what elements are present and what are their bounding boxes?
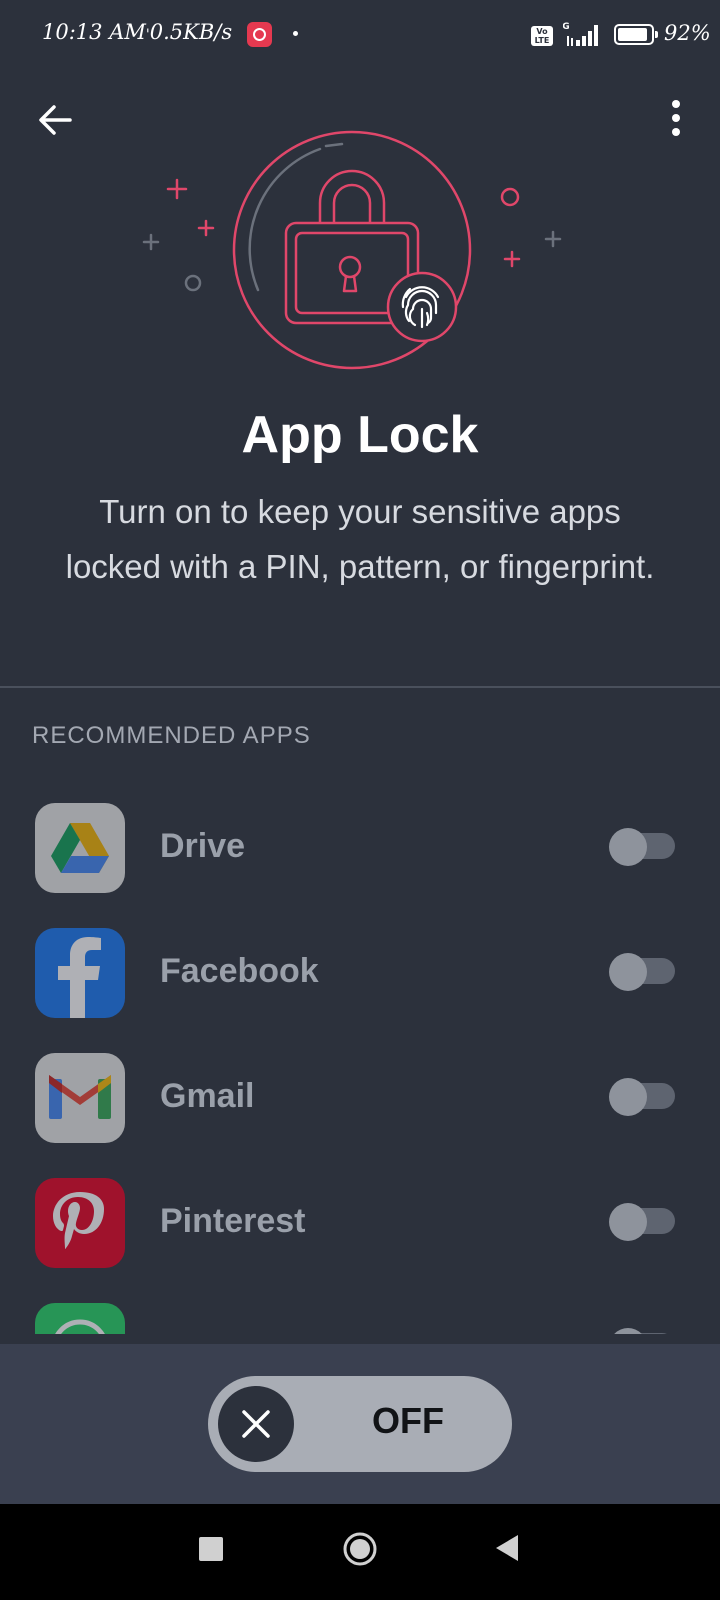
app-name: Drive xyxy=(160,827,246,865)
app-name: Facebook xyxy=(160,952,319,990)
section-divider xyxy=(0,686,720,688)
signal-icon: 4G xyxy=(563,22,598,46)
google-drive-icon xyxy=(35,803,125,893)
status-network-speed: 0.5KB/s xyxy=(149,20,233,44)
page-title: App Lock xyxy=(241,406,479,464)
screen-recorder-icon xyxy=(247,22,272,47)
notification-dot-icon xyxy=(293,31,298,36)
app-toggle-drive[interactable] xyxy=(609,828,675,866)
status-clock: 10:13 AM xyxy=(42,20,146,44)
status-time: 10:13 AM'0.5KB/s xyxy=(42,20,232,44)
back-triangle-icon[interactable] xyxy=(494,1533,520,1563)
switch-state-label: OFF xyxy=(372,1400,444,1441)
battery-percent: 92% xyxy=(664,21,711,45)
app-toggle-pinterest[interactable] xyxy=(609,1203,675,1241)
battery-fill xyxy=(618,28,647,41)
volte-label: Vo LTE xyxy=(534,27,550,45)
app-name: Pinterest xyxy=(160,1202,306,1240)
close-icon xyxy=(242,1410,270,1438)
volte-icon: Vo LTE xyxy=(531,26,553,46)
lock-fingerprint-illustration xyxy=(142,130,562,370)
app-row-partial[interactable] xyxy=(0,1290,720,1334)
app-row-gmail[interactable]: Gmail xyxy=(0,1040,720,1143)
app-toggle-facebook[interactable] xyxy=(609,953,675,991)
status-bar: 10:13 AM'0.5KB/s Vo LTE 4G 92% xyxy=(0,0,720,72)
gmail-icon xyxy=(35,1053,125,1143)
app-toggle-partial[interactable] xyxy=(609,1328,675,1334)
toggle-thumb xyxy=(609,953,647,991)
home-button[interactable] xyxy=(342,1531,378,1567)
toggle-thumb xyxy=(609,828,647,866)
app-row-pinterest[interactable]: Pinterest xyxy=(0,1165,720,1268)
network-type-label: 4G xyxy=(563,22,570,32)
page-description: Turn on to keep your sensitive apps lock… xyxy=(65,493,655,585)
toggle-thumb xyxy=(609,1078,647,1116)
app-toggle-gmail[interactable] xyxy=(609,1078,675,1116)
recents-button[interactable] xyxy=(199,1537,223,1561)
app-lock-master-switch[interactable]: OFF xyxy=(208,1376,512,1472)
toggle-thumb xyxy=(609,1328,647,1334)
facebook-icon xyxy=(35,928,125,1018)
section-label-recommended: RECOMMENDED APPS xyxy=(32,722,311,749)
app-row-drive[interactable]: Drive xyxy=(0,790,720,893)
whatsapp-icon xyxy=(35,1303,125,1334)
pinterest-icon xyxy=(35,1178,125,1268)
app-row-facebook[interactable]: Facebook xyxy=(0,915,720,1018)
arrow-left-icon[interactable] xyxy=(30,94,82,146)
more-vertical-icon[interactable] xyxy=(652,94,704,146)
app-name: Gmail xyxy=(160,1077,255,1115)
battery-icon xyxy=(614,24,658,45)
switch-knob[interactable] xyxy=(218,1386,294,1462)
toggle-thumb xyxy=(609,1203,647,1241)
